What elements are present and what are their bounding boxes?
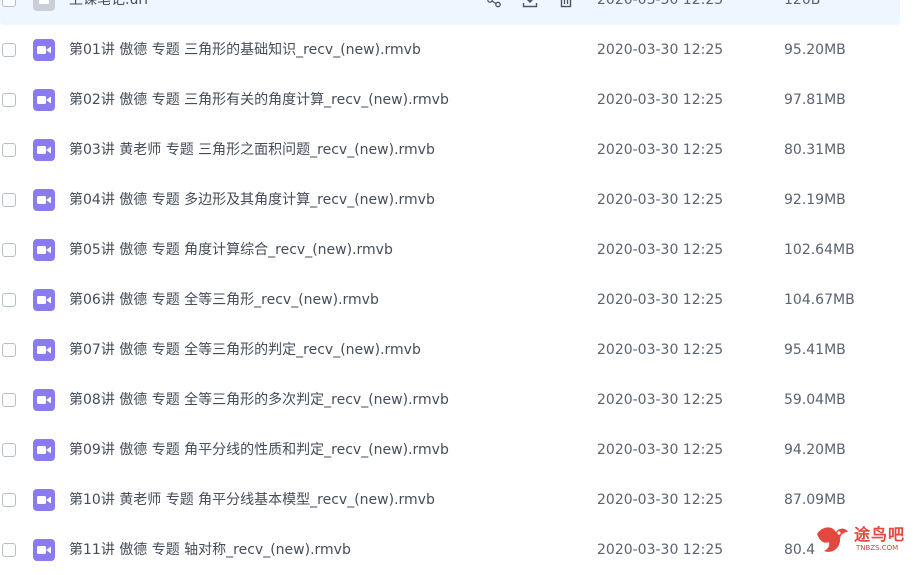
file-date: 2020-03-30 12:25	[597, 442, 724, 458]
video-file-icon	[33, 439, 55, 461]
file-size: 94.20MB	[784, 442, 846, 458]
video-file-icon	[33, 339, 55, 361]
video-file-icon	[33, 89, 55, 111]
video-file-icon	[33, 389, 55, 411]
video-file-icon	[33, 39, 55, 61]
file-size: 120B	[784, 0, 821, 8]
file-row[interactable]: 第03讲 黄老师 专题 三角形之面积问题_recv_(new).rmvb 202…	[0, 125, 900, 175]
file-size: 102.64MB	[784, 242, 855, 258]
row-checkbox[interactable]	[2, 143, 16, 157]
file-row[interactable]: 第05讲 傲德 专题 角度计算综合_recv_(new).rmvb 2020-0…	[0, 225, 900, 275]
row-checkbox[interactable]	[2, 493, 16, 507]
file-size: 87.09MB	[784, 492, 846, 508]
file-row[interactable]: 第01讲 傲德 专题 三角形的基础知识_recv_(new).rmvb 2020…	[0, 25, 900, 75]
download-icon[interactable]	[522, 0, 538, 8]
watermark-url: TNBZS.COM	[856, 544, 899, 552]
row-checkbox[interactable]	[2, 443, 16, 457]
file-name[interactable]: 上课笔记.url	[69, 0, 148, 9]
file-size: 92.19MB	[784, 192, 846, 208]
file-date: 2020-03-30 12:25	[597, 192, 724, 208]
row-checkbox[interactable]	[2, 243, 16, 257]
file-size: 97.81MB	[784, 92, 846, 108]
file-date: 2020-03-30 12:25	[597, 342, 724, 358]
video-file-icon	[33, 539, 55, 561]
file-name[interactable]: 第07讲 傲德 专题 全等三角形的判定_recv_(new).rmvb	[69, 341, 421, 359]
row-actions	[486, 0, 578, 8]
file-row[interactable]: 第08讲 傲德 专题 全等三角形的多次判定_recv_(new).rmvb 20…	[0, 375, 900, 425]
file-date: 2020-03-30 12:25	[597, 42, 724, 58]
file-date: 2020-03-30 12:25	[597, 0, 724, 8]
share-icon[interactable]	[486, 0, 502, 8]
document-file-icon	[33, 0, 55, 11]
file-name[interactable]: 第03讲 黄老师 专题 三角形之面积问题_recv_(new).rmvb	[69, 141, 435, 159]
file-list: 上课笔记.url 2020-03-30 12:25 120B 第01讲 傲德 专…	[0, 0, 917, 575]
file-row[interactable]: 第09讲 傲德 专题 角平分线的性质和判定_recv_(new).rmvb 20…	[0, 425, 900, 475]
file-name[interactable]: 第02讲 傲德 专题 三角形有关的角度计算_recv_(new).rmvb	[69, 91, 449, 109]
site-watermark: 途鸟吧 TNBZS.COM	[810, 520, 915, 558]
file-size: 95.41MB	[784, 342, 846, 358]
file-row[interactable]: 第04讲 傲德 专题 多边形及其角度计算_recv_(new).rmvb 202…	[0, 175, 900, 225]
row-checkbox[interactable]	[2, 293, 16, 307]
file-row[interactable]: 上课笔记.url 2020-03-30 12:25 120B	[0, 0, 900, 25]
row-checkbox[interactable]	[2, 0, 16, 7]
watermark-text: 途鸟吧	[854, 525, 906, 544]
row-checkbox[interactable]	[2, 43, 16, 57]
file-date: 2020-03-30 12:25	[597, 392, 724, 408]
row-checkbox[interactable]	[2, 393, 16, 407]
file-name[interactable]: 第01讲 傲德 专题 三角形的基础知识_recv_(new).rmvb	[69, 41, 421, 59]
file-row[interactable]: 第11讲 傲德 专题 轴对称_recv_(new).rmvb 2020-03-3…	[0, 525, 900, 575]
file-row[interactable]: 第10讲 黄老师 专题 角平分线基本模型_recv_(new).rmvb 202…	[0, 475, 900, 525]
file-name[interactable]: 第11讲 傲德 专题 轴对称_recv_(new).rmvb	[69, 541, 351, 559]
file-name[interactable]: 第06讲 傲德 专题 全等三角形_recv_(new).rmvb	[69, 291, 379, 309]
file-name[interactable]: 第10讲 黄老师 专题 角平分线基本模型_recv_(new).rmvb	[69, 491, 435, 509]
file-date: 2020-03-30 12:25	[597, 542, 724, 558]
file-size: 80.31MB	[784, 142, 846, 158]
bird-logo-icon	[814, 522, 850, 560]
file-name[interactable]: 第08讲 傲德 专题 全等三角形的多次判定_recv_(new).rmvb	[69, 391, 449, 409]
file-row[interactable]: 第07讲 傲德 专题 全等三角形的判定_recv_(new).rmvb 2020…	[0, 325, 900, 375]
file-date: 2020-03-30 12:25	[597, 92, 724, 108]
video-file-icon	[33, 189, 55, 211]
file-size: 104.67MB	[784, 292, 855, 308]
row-checkbox[interactable]	[2, 193, 16, 207]
video-file-icon	[33, 489, 55, 511]
file-name[interactable]: 第04讲 傲德 专题 多边形及其角度计算_recv_(new).rmvb	[69, 191, 435, 209]
row-checkbox[interactable]	[2, 93, 16, 107]
file-row[interactable]: 第06讲 傲德 专题 全等三角形_recv_(new).rmvb 2020-03…	[0, 275, 900, 325]
file-name[interactable]: 第05讲 傲德 专题 角度计算综合_recv_(new).rmvb	[69, 241, 393, 259]
delete-icon[interactable]	[558, 0, 574, 8]
video-file-icon	[33, 289, 55, 311]
video-file-icon	[33, 139, 55, 161]
video-file-icon	[33, 239, 55, 261]
file-date: 2020-03-30 12:25	[597, 292, 724, 308]
file-date: 2020-03-30 12:25	[597, 242, 724, 258]
row-checkbox[interactable]	[2, 343, 16, 357]
row-checkbox[interactable]	[2, 543, 16, 557]
file-size: 59.04MB	[784, 392, 846, 408]
file-size: 95.20MB	[784, 42, 846, 58]
file-date: 2020-03-30 12:25	[597, 492, 724, 508]
file-name[interactable]: 第09讲 傲德 专题 角平分线的性质和判定_recv_(new).rmvb	[69, 441, 449, 459]
file-row[interactable]: 第02讲 傲德 专题 三角形有关的角度计算_recv_(new).rmvb 20…	[0, 75, 900, 125]
file-date: 2020-03-30 12:25	[597, 142, 724, 158]
